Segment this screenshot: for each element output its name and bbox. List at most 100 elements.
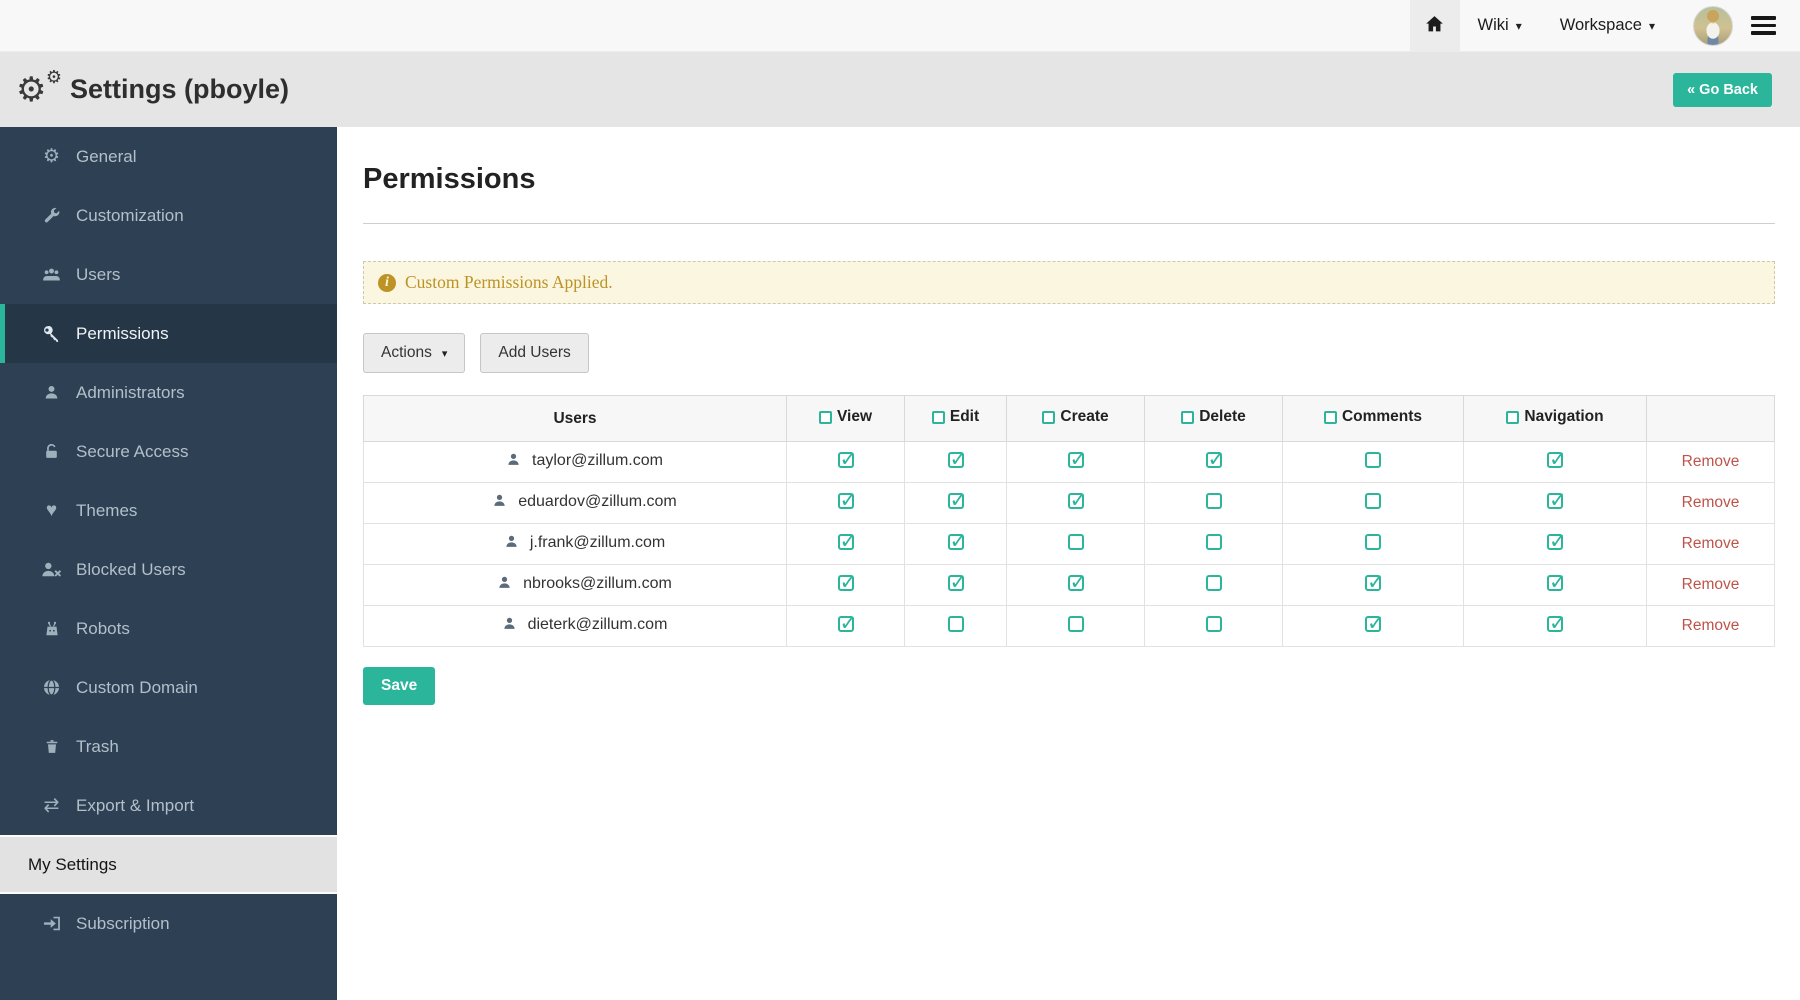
- table-row: eduardov@zillum.com Remove: [364, 483, 1775, 524]
- sidebar-item-permissions[interactable]: Permissions: [0, 304, 337, 363]
- sidebar-item-label: Permissions: [76, 324, 169, 344]
- sidebar-item-label: My Settings: [28, 855, 117, 875]
- remove-link[interactable]: Remove: [1682, 453, 1740, 470]
- sign-in-icon: [38, 914, 65, 933]
- main-content: Permissions i Custom Permissions Applied…: [337, 127, 1800, 1000]
- create-checkbox[interactable]: [1068, 452, 1084, 468]
- home-icon: [1424, 13, 1445, 39]
- user-icon: [504, 536, 519, 553]
- go-back-button[interactable]: « Go Back: [1673, 73, 1772, 107]
- sidebar-item-label: Trash: [76, 737, 119, 757]
- table-row: j.frank@zillum.com Remove: [364, 524, 1775, 565]
- save-button[interactable]: Save: [363, 667, 435, 705]
- sidebar-item-export-import[interactable]: ⇄ Export & Import: [0, 776, 337, 835]
- gear-icon: ⚙: [38, 147, 65, 166]
- sidebar-item-users[interactable]: Users: [0, 245, 337, 304]
- globe-icon: [38, 678, 65, 697]
- key-icon: [38, 324, 65, 344]
- view-checkbox[interactable]: [838, 493, 854, 509]
- select-all-delete-checkbox[interactable]: [1181, 411, 1194, 424]
- navigation-checkbox[interactable]: [1547, 493, 1563, 509]
- comments-checkbox[interactable]: [1365, 616, 1381, 632]
- edit-checkbox[interactable]: [948, 534, 964, 550]
- edit-checkbox[interactable]: [948, 616, 964, 632]
- view-checkbox[interactable]: [838, 534, 854, 550]
- remove-link[interactable]: Remove: [1682, 535, 1740, 552]
- sidebar-item-administrators[interactable]: Administrators: [0, 363, 337, 422]
- user-email: nbrooks@zillum.com: [523, 575, 672, 592]
- view-checkbox[interactable]: [838, 616, 854, 632]
- sidebar-item-general[interactable]: ⚙ General: [0, 127, 337, 186]
- user-email: dieterk@zillum.com: [528, 616, 668, 633]
- edit-checkbox[interactable]: [948, 575, 964, 591]
- create-checkbox[interactable]: [1068, 534, 1084, 550]
- user-email: j.frank@zillum.com: [530, 534, 665, 551]
- view-checkbox[interactable]: [838, 575, 854, 591]
- sidebar-item-label: Administrators: [76, 383, 185, 403]
- user-icon: [492, 495, 507, 512]
- delete-checkbox[interactable]: [1206, 493, 1222, 509]
- comments-checkbox[interactable]: [1365, 452, 1381, 468]
- column-header-remove: [1647, 396, 1775, 442]
- custom-permissions-notice: i Custom Permissions Applied.: [363, 261, 1775, 304]
- sidebar-item-subscription[interactable]: Subscription: [0, 894, 337, 953]
- gears-icon: ⚙⚙: [16, 68, 60, 112]
- add-users-button[interactable]: Add Users: [480, 333, 588, 373]
- select-all-comments-checkbox[interactable]: [1324, 411, 1337, 424]
- delete-checkbox[interactable]: [1206, 616, 1222, 632]
- delete-checkbox[interactable]: [1206, 534, 1222, 550]
- navigation-checkbox[interactable]: [1547, 616, 1563, 632]
- sidebar-item-label: Users: [76, 265, 120, 285]
- comments-checkbox[interactable]: [1365, 534, 1381, 550]
- edit-checkbox[interactable]: [948, 452, 964, 468]
- comments-checkbox[interactable]: [1365, 575, 1381, 591]
- remove-link[interactable]: Remove: [1682, 617, 1740, 634]
- hamburger-menu-icon[interactable]: [1751, 16, 1776, 35]
- page-header: ⚙⚙ Settings (pboyle) « Go Back: [0, 52, 1800, 127]
- sidebar-item-customization[interactable]: Customization: [0, 186, 337, 245]
- wiki-menu[interactable]: Wiki ▾: [1478, 16, 1522, 35]
- comments-checkbox[interactable]: [1365, 493, 1381, 509]
- navigation-checkbox[interactable]: [1547, 534, 1563, 550]
- chevron-down-icon: ▾: [1649, 19, 1655, 33]
- user-icon: [497, 577, 512, 594]
- actions-button[interactable]: Actions ▾: [363, 333, 465, 373]
- table-row: nbrooks@zillum.com Remove: [364, 565, 1775, 606]
- delete-checkbox[interactable]: [1206, 575, 1222, 591]
- trash-icon: [38, 737, 65, 756]
- edit-checkbox[interactable]: [948, 493, 964, 509]
- column-header-delete: Delete: [1145, 396, 1283, 442]
- sidebar-item-custom-domain[interactable]: Custom Domain: [0, 658, 337, 717]
- sidebar-item-blocked-users[interactable]: Blocked Users: [0, 540, 337, 599]
- user-avatar[interactable]: [1693, 6, 1733, 46]
- sidebar-item-robots[interactable]: Robots: [0, 599, 337, 658]
- user-email: eduardov@zillum.com: [518, 493, 677, 510]
- sidebar-item-label: Subscription: [76, 914, 170, 934]
- robot-icon: [38, 619, 65, 638]
- view-checkbox[interactable]: [838, 452, 854, 468]
- navigation-checkbox[interactable]: [1547, 575, 1563, 591]
- create-checkbox[interactable]: [1068, 575, 1084, 591]
- create-checkbox[interactable]: [1068, 493, 1084, 509]
- select-all-view-checkbox[interactable]: [819, 411, 832, 424]
- select-all-create-checkbox[interactable]: [1042, 411, 1055, 424]
- sidebar-item-trash[interactable]: Trash: [0, 717, 337, 776]
- sidebar-item-themes[interactable]: ♥ Themes: [0, 481, 337, 540]
- home-button[interactable]: [1410, 0, 1460, 52]
- delete-checkbox[interactable]: [1206, 452, 1222, 468]
- select-all-edit-checkbox[interactable]: [932, 411, 945, 424]
- settings-sidebar: ⚙ General Customization Users Permission…: [0, 127, 337, 1000]
- remove-link[interactable]: Remove: [1682, 494, 1740, 511]
- workspace-menu[interactable]: Workspace ▾: [1560, 16, 1655, 35]
- remove-link[interactable]: Remove: [1682, 576, 1740, 593]
- divider: [363, 223, 1775, 224]
- top-navigation-bar: Wiki ▾ Workspace ▾: [0, 0, 1800, 52]
- lock-icon: [38, 442, 65, 461]
- sidebar-item-my-settings[interactable]: My Settings: [0, 835, 337, 894]
- select-all-navigation-checkbox[interactable]: [1506, 411, 1519, 424]
- create-checkbox[interactable]: [1068, 616, 1084, 632]
- sidebar-item-secure-access[interactable]: Secure Access: [0, 422, 337, 481]
- toolbar: Actions ▾ Add Users: [363, 333, 1775, 373]
- info-circle-icon: i: [378, 274, 396, 292]
- navigation-checkbox[interactable]: [1547, 452, 1563, 468]
